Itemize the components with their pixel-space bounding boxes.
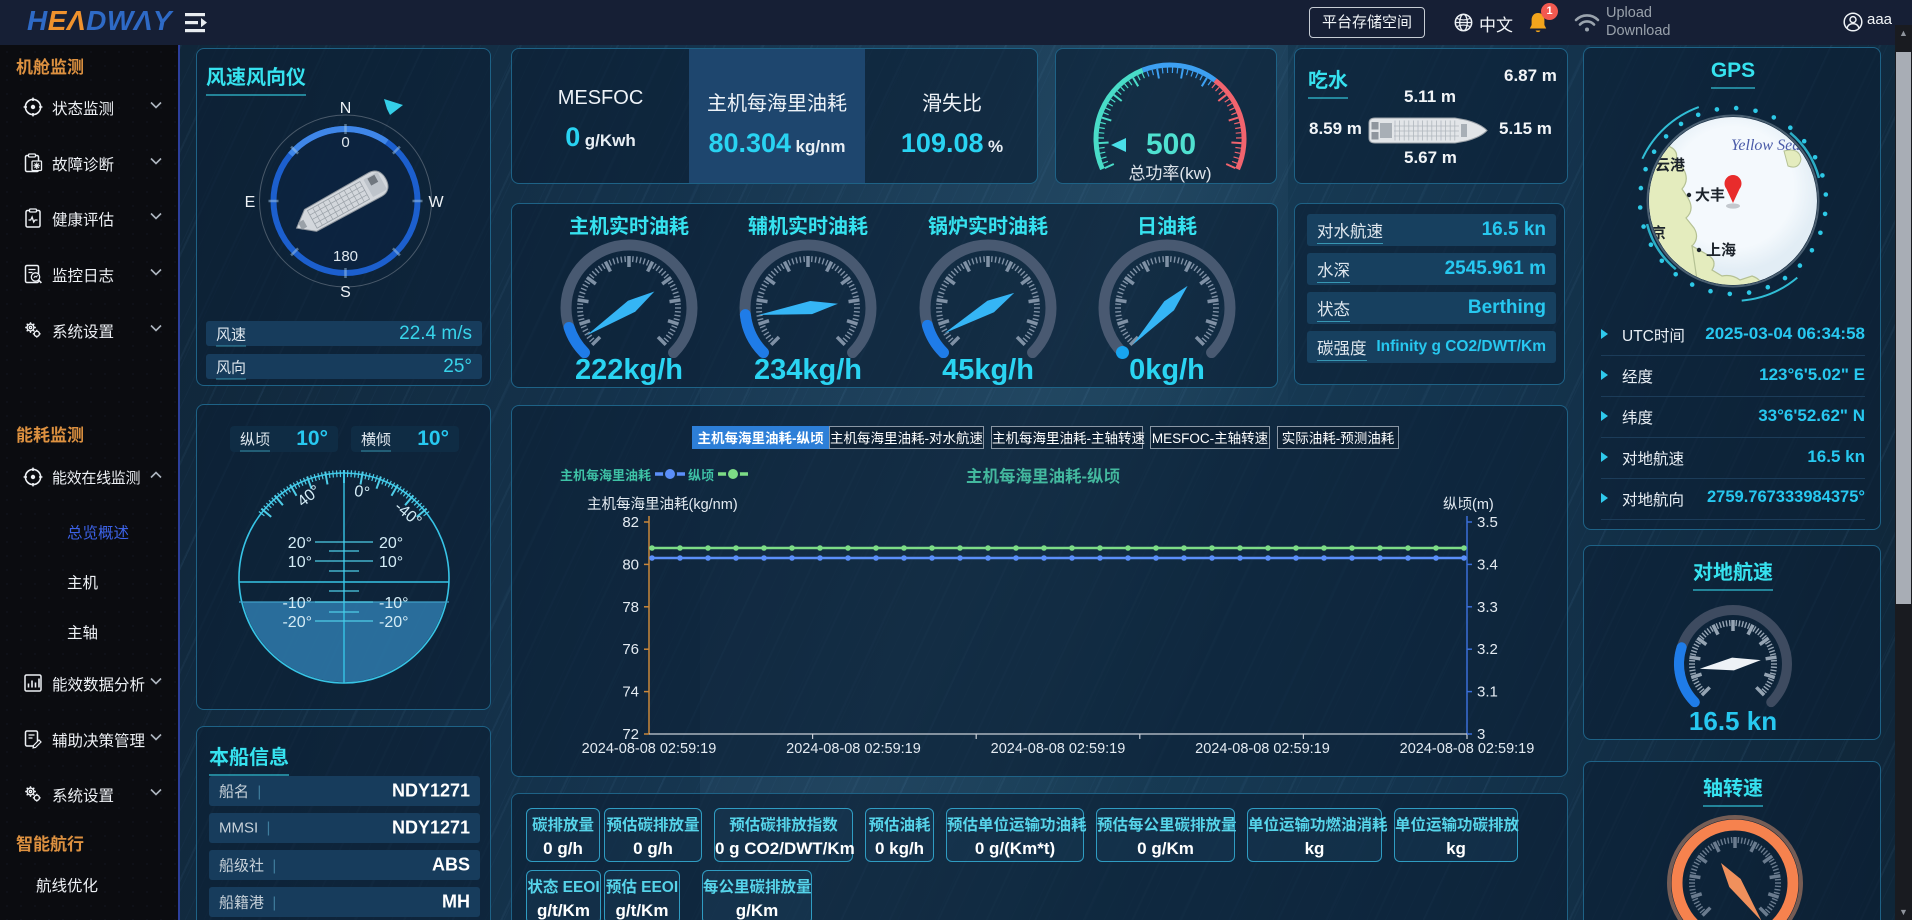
svg-text:2024-08-08 02:59:19: 2024-08-08 02:59:19 <box>582 741 717 756</box>
svg-text:-10°: -10° <box>282 595 312 612</box>
svg-text:3.3: 3.3 <box>1477 599 1498 616</box>
svg-text:74: 74 <box>622 684 639 701</box>
svg-text:E: E <box>245 194 256 211</box>
svg-text:3.4: 3.4 <box>1477 556 1498 573</box>
svg-text:180: 180 <box>333 248 358 265</box>
svg-text:-20°: -20° <box>379 614 409 631</box>
svg-text:-20°: -20° <box>282 614 312 631</box>
svg-text:3.5: 3.5 <box>1477 514 1498 531</box>
svg-text:S: S <box>340 284 351 301</box>
svg-text:500: 500 <box>1146 128 1196 161</box>
svg-text:2024-08-08 02:59:19: 2024-08-08 02:59:19 <box>1400 741 1535 756</box>
svg-text:-10°: -10° <box>379 595 409 612</box>
svg-text:3.1: 3.1 <box>1477 684 1498 701</box>
svg-text:2024-08-08 02:59:19: 2024-08-08 02:59:19 <box>786 741 921 756</box>
svg-text:2024-08-08 02:59:19: 2024-08-08 02:59:19 <box>1195 741 1330 756</box>
svg-text:-40°: -40° <box>391 498 425 530</box>
svg-text:W: W <box>428 194 444 211</box>
svg-text:0: 0 <box>341 134 349 151</box>
svg-text:80: 80 <box>622 556 639 573</box>
svg-text:2024-08-08 02:59:19: 2024-08-08 02:59:19 <box>991 741 1126 756</box>
svg-text:76: 76 <box>622 641 639 658</box>
svg-text:连云港: 连云港 <box>1640 156 1685 174</box>
svg-text:10°: 10° <box>379 554 403 571</box>
svg-text:20°: 20° <box>379 535 403 552</box>
svg-text:82: 82 <box>622 514 639 531</box>
svg-text:0°: 0° <box>353 483 371 502</box>
svg-text:3.2: 3.2 <box>1477 641 1498 658</box>
svg-text:总功率(kw): 总功率(kw) <box>1128 164 1211 183</box>
svg-text:N: N <box>340 100 352 117</box>
svg-text:Yellow Sea: Yellow Sea <box>1731 137 1800 154</box>
svg-text:78: 78 <box>622 599 639 616</box>
svg-text:20°: 20° <box>288 535 312 552</box>
svg-text:10°: 10° <box>288 554 312 571</box>
svg-text:上海: 上海 <box>1706 241 1736 259</box>
svg-text:大丰: 大丰 <box>1695 186 1725 204</box>
